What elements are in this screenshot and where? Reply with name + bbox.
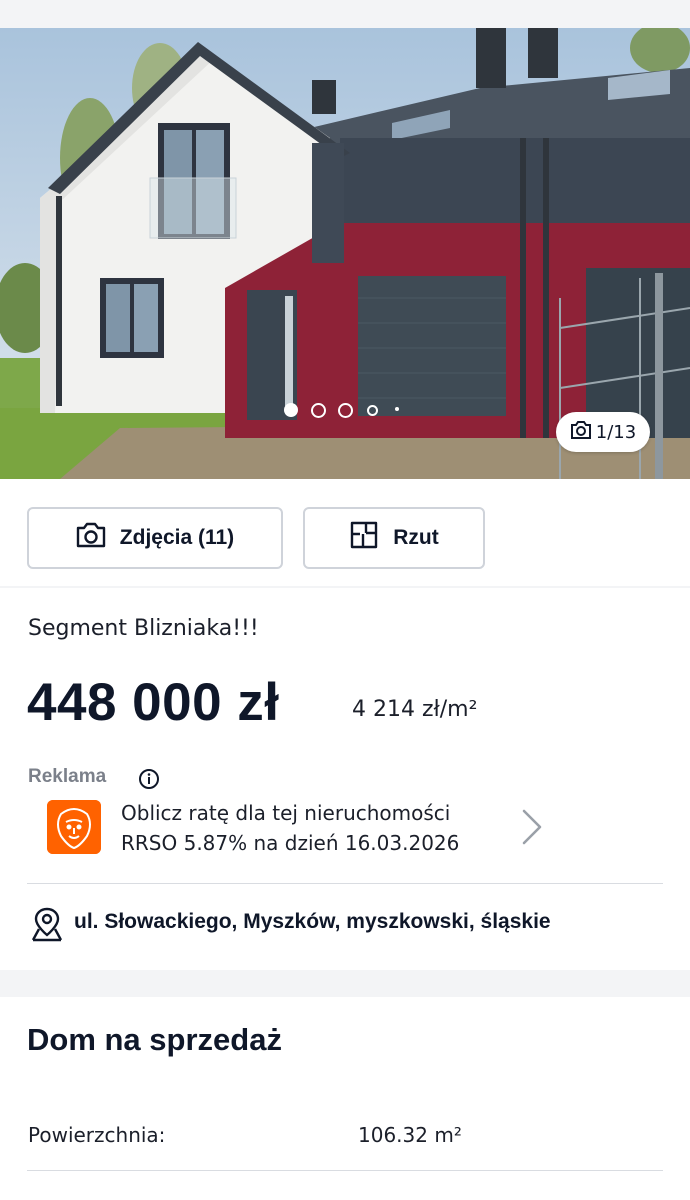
listing-price: 448 000 zł: [27, 673, 280, 732]
info-icon[interactable]: [138, 768, 159, 789]
floor-plan-button-label: Rzut: [393, 526, 439, 549]
detail-row-label: Powierzchnia:: [28, 1123, 166, 1147]
divider: [27, 1170, 663, 1171]
gallery-dot[interactable]: [367, 405, 378, 416]
location-pin-icon: [30, 905, 64, 943]
ad-line-1: Oblicz ratę dla tej nieruchomości: [121, 801, 451, 825]
ad-text[interactable]: Oblicz ratę dla tej nieruchomości RRSO 5…: [121, 798, 459, 858]
top-bar: [0, 0, 690, 28]
ad-line-2: RRSO 5.87% na dzień 16.03.2026: [121, 831, 460, 855]
camera-icon: [76, 522, 106, 554]
chevron-right-icon[interactable]: [520, 808, 544, 846]
camera-icon: [570, 420, 592, 445]
location-address[interactable]: ul. Słowackiego, Myszków, myszkowski, śl…: [74, 910, 551, 934]
gallery-dot-active[interactable]: [284, 403, 298, 417]
listing-title: Segment Blizniaka!!!: [28, 616, 259, 641]
photos-button[interactable]: Zdjęcia (11): [27, 507, 283, 569]
divider: [27, 883, 663, 884]
photo-counter[interactable]: 1/13: [556, 412, 650, 452]
ad-label: Reklama: [28, 766, 107, 787]
detail-row-value: 106.32 m²: [358, 1123, 462, 1147]
price-per-m2: 4 214 zł/m²: [352, 697, 478, 722]
floor-plan-button[interactable]: Rzut: [303, 507, 485, 569]
ing-lion-logo-icon[interactable]: [47, 800, 101, 854]
gallery-dot[interactable]: [338, 403, 353, 418]
gallery-dot[interactable]: [311, 403, 326, 418]
floor-plan-icon: [349, 520, 379, 556]
gallery-dot[interactable]: [395, 407, 399, 411]
photo-counter-text: 1/13: [595, 421, 637, 443]
section-title: Dom na sprzedaż: [27, 1022, 282, 1057]
photos-button-label: Zdjęcia (11): [119, 526, 235, 549]
